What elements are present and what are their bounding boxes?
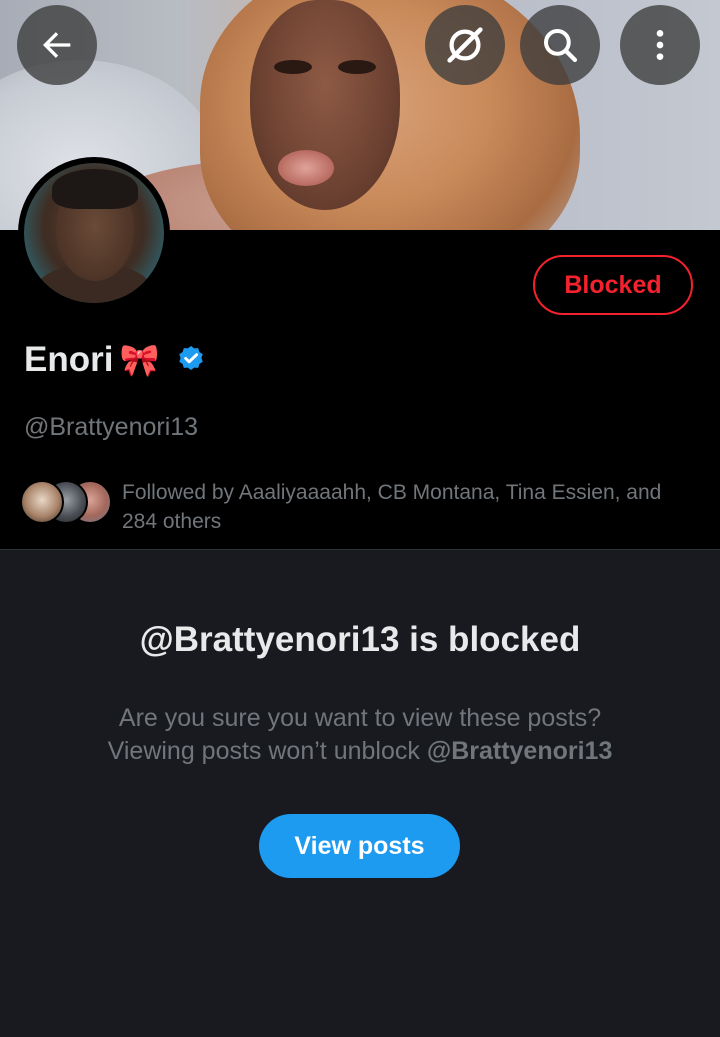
blocked-description-line2: Viewing posts won’t unblock @Brattyenori… [0,735,720,768]
display-name: Enori [24,340,114,379]
avatar-image [24,163,164,303]
profile-name-row: Enori 🎀 [24,340,207,380]
followed-by-text: Followed by Aaaliyaaaahh, CB Montana, Ti… [122,481,662,533]
back-button[interactable] [17,5,97,85]
bow-emoji: 🎀 [119,342,160,378]
blocked-button-label: Blocked [564,270,662,299]
follower-avatar [20,480,64,524]
verified-badge-icon[interactable] [175,344,207,376]
blocked-description-line1: Are you sure you want to view these post… [118,704,602,732]
view-posts-button[interactable]: View posts [259,814,460,878]
blocked-button[interactable]: Blocked [533,255,693,315]
profile-handle: @Brattyenori13 [24,413,199,441]
more-vertical-icon [656,30,664,60]
blocked-title: @Brattyenori13 is blocked [139,620,581,659]
more-options-button[interactable] [620,5,700,85]
blocked-description: Are you sure you want to view these post… [0,702,720,768]
search-button[interactable] [520,5,600,85]
avatar-hair [52,169,138,209]
view-posts-label: View posts [294,831,425,860]
follower-avatars [20,478,116,528]
blocked-description-prefix: Viewing posts won’t unblock [107,737,427,765]
grok-button[interactable] [425,5,505,85]
profile-avatar[interactable] [18,157,170,309]
banner-eye [338,60,376,74]
followed-by-row[interactable]: Followed by Aaaliyaaaahh, CB Montana, Ti… [20,478,712,536]
grok-icon [447,27,483,63]
banner-lips [278,150,334,186]
blocked-description-handle: @Brattyenori13 [426,737,613,765]
search-icon [543,28,578,63]
banner-eye [274,60,312,74]
arrow-left-icon [43,32,71,58]
